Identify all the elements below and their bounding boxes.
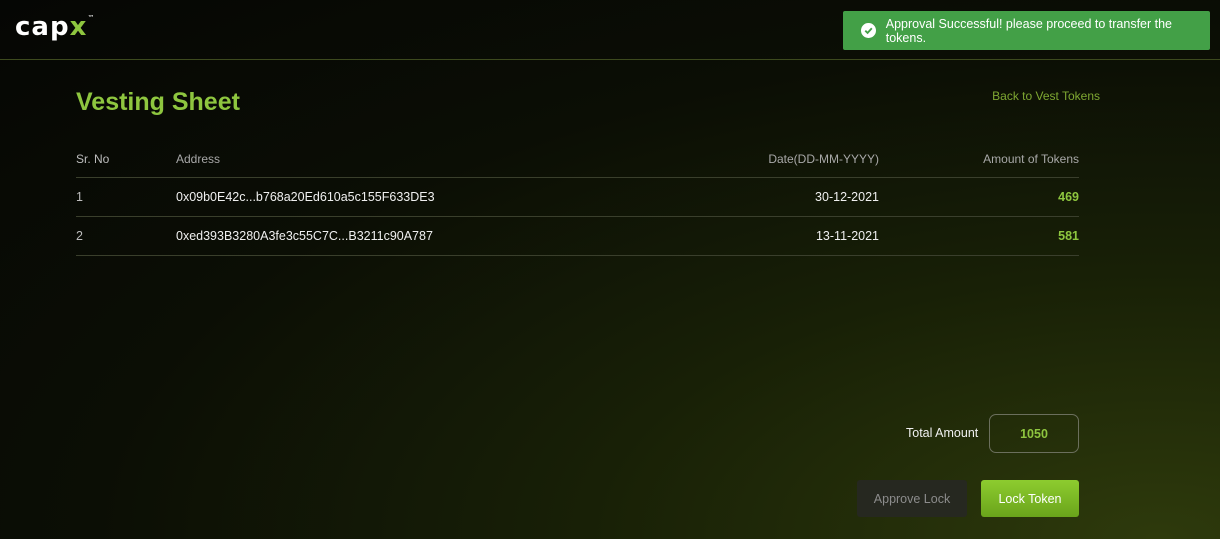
row-sr-no: 1 [76,190,83,204]
total-amount-label: Total Amount [906,426,979,440]
vesting-table: Sr. No Address Date(DD-MM-YYYY) Amount o… [76,140,1079,256]
back-to-vest-tokens-link[interactable]: Back to Vest Tokens [992,89,1100,103]
row-date: 30-12-2021 [815,190,879,204]
row-amount: 469 [1058,190,1079,204]
row-address: 0x09b0E42c...b768a20Ed610a5c155F633DE3 [176,190,435,204]
check-circle-icon [861,23,876,38]
logo-trademark: ™ [87,14,96,22]
row-sr-no: 2 [76,229,83,243]
row-amount: 581 [1058,229,1079,243]
table-header-row: Sr. No Address Date(DD-MM-YYYY) Amount o… [76,140,1079,178]
row-address: 0xed393B3280A3fe3c55C7C...B3211c90A787 [176,229,433,243]
logo-text: cap [15,12,70,42]
page-title: Vesting Sheet [76,88,240,116]
header-amount: Amount of Tokens [983,151,1079,166]
row-date: 13-11-2021 [815,229,879,243]
toast-message: Approval Successful! please proceed to t… [885,16,1173,45]
table-row: 2 0xed393B3280A3fe3c55C7C...B3211c90A787… [76,217,1079,256]
logo-accent: x [69,12,88,42]
table-row: 1 0x09b0E42c...b768a20Ed610a5c155F633DE3… [76,178,1079,217]
header-sr-no: Sr. No [76,151,110,166]
header-date: Date(DD-MM-YYYY) [768,151,879,166]
lock-token-button[interactable]: Lock Token [981,480,1079,517]
approve-lock-button[interactable]: Approve Lock [857,480,967,517]
total-amount-value: 1050 [989,414,1079,453]
header-address: Address [176,151,221,166]
capx-logo[interactable]: capx™ [15,12,95,42]
success-toast: Approval Successful! please proceed to t… [843,11,1210,50]
